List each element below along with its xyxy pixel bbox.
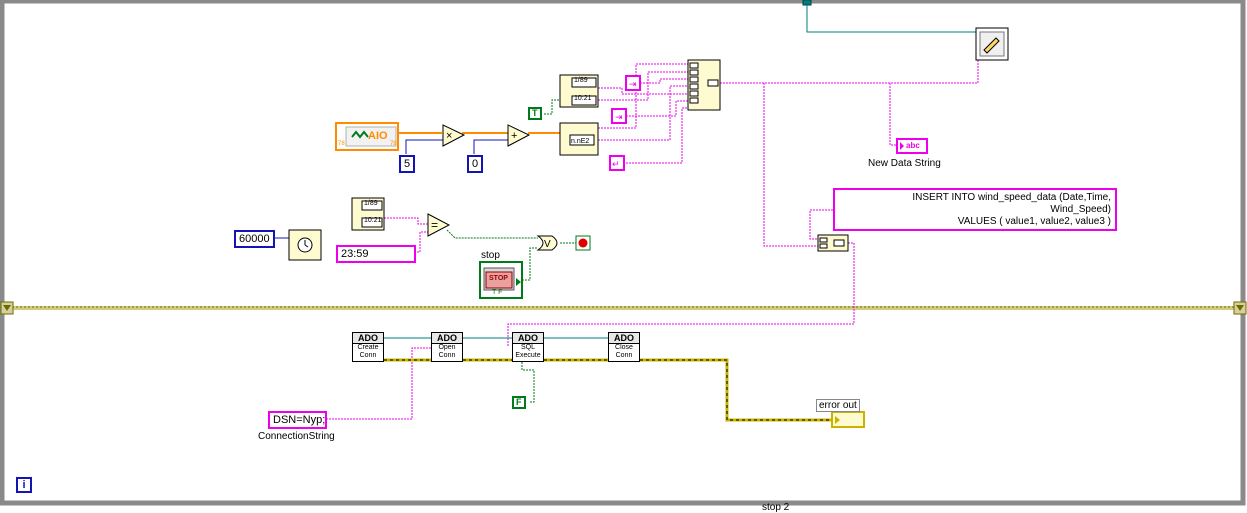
date-label: 1/89 [574,77,588,84]
svg-text:n.nE2: n.nE2 [571,138,589,145]
new-data-string-label: New Data String [868,158,941,169]
while-loop-frame[interactable] [0,0,1246,506]
ado-create-connection-node[interactable]: ADO Create Conn [352,332,384,362]
stop-2-label: stop 2 [762,502,790,513]
ado-close-connection-node[interactable]: ADO Close Conn [608,332,640,362]
svg-text:78: 78 [338,141,345,147]
svg-text:=: = [431,218,438,232]
sql-query-constant[interactable]: INSERT INTO wind_speed_data (Date,Time, … [833,188,1117,231]
ado-open-connection-node[interactable]: ADO Open Conn [431,332,463,362]
stop-label: stop [481,250,500,261]
time-label-2: 10:21 [364,217,382,224]
svg-text:+: + [511,130,517,142]
five-constant[interactable]: 5 [399,155,416,173]
stop-button-text: STOP [489,275,508,282]
iteration-terminal[interactable]: i [16,477,32,493]
stop-tf-label: T F [492,289,503,296]
sql-line-3: VALUES ( value1, value2, value3 ) [957,216,1111,227]
svg-text:↵: ↵ [612,159,620,169]
false-constant[interactable]: F [512,396,526,409]
connection-string-constant[interactable]: DSN=Nyp; [268,411,327,429]
ado-sql-execute-node[interactable]: ADO SQL Execute [512,332,544,362]
time-label: 10:21 [574,95,592,102]
connection-string-label: ConnectionString [258,431,335,442]
true-constant[interactable]: T [528,107,542,120]
wait-ms-constant[interactable]: 60000 [234,230,275,248]
svg-text:⇥: ⇥ [629,79,637,89]
sql-line-1: INSERT INTO wind_speed_data (Date,Time, [912,192,1111,203]
time-compare-constant[interactable]: 23:59 [336,245,416,263]
date-label-2: 1/89 [364,200,378,207]
svg-text:×: × [446,130,452,142]
svg-text:⇥: ⇥ [615,112,623,122]
sql-line-2: Wind_Speed) [1050,204,1111,215]
aio-label: AIO [368,130,388,142]
abc-label: abc [906,141,920,150]
svg-text:78: 78 [390,141,397,147]
zero-constant[interactable]: 0 [467,155,484,173]
error-out-label: error out [816,399,860,412]
block-diagram-canvas: × + = V 78 78 n.nE2 ⇥ ⇥ ↵ [0,0,1247,506]
svg-text:V: V [544,239,551,250]
